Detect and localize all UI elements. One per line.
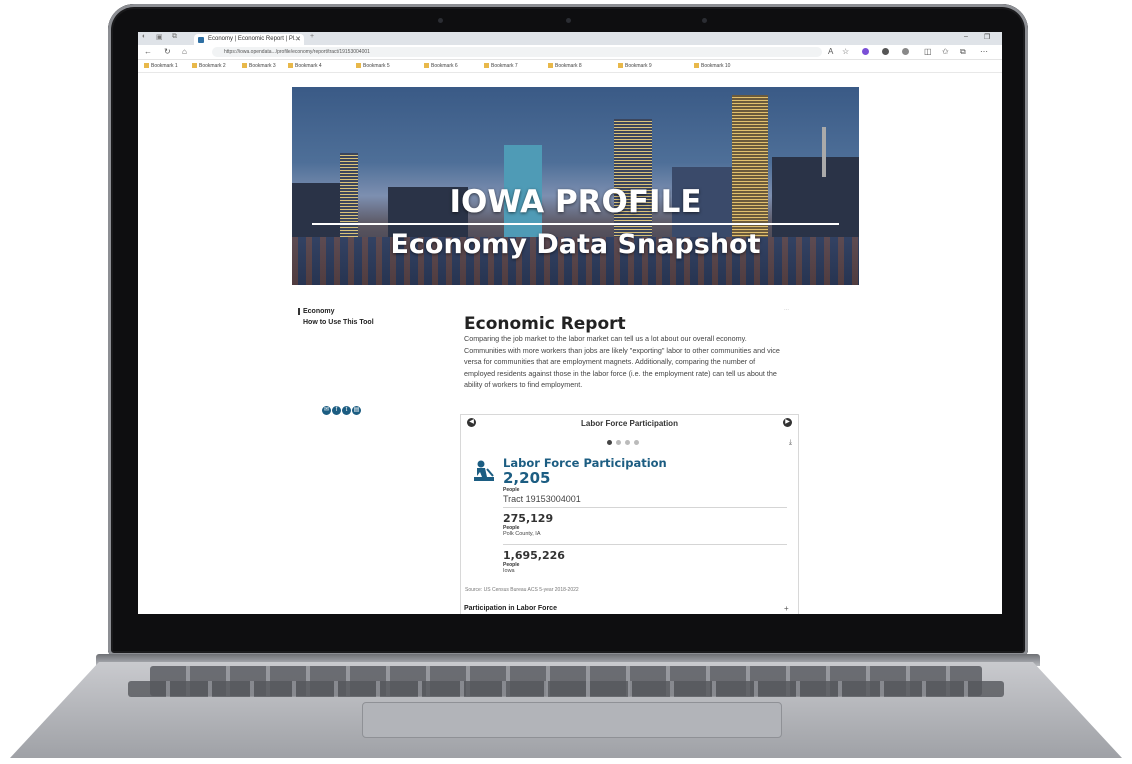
banner-title: IOWA PROFILE [449, 184, 702, 220]
extension-icon[interactable] [902, 48, 909, 55]
comparison-value: 275,129 [503, 512, 554, 525]
collections-icon[interactable]: ⧉ [960, 47, 966, 57]
banner-divider [312, 223, 839, 225]
carousel-dot[interactable] [616, 440, 621, 445]
carousel-next-icon[interactable]: ▶ [783, 418, 792, 427]
bookmark-item[interactable]: Bookmark 3 [242, 63, 276, 69]
camera [566, 18, 571, 23]
carousel-dot[interactable] [607, 440, 612, 445]
bookmark-item[interactable]: Bookmark 2 [192, 63, 226, 69]
bookmark-item[interactable]: Bookmark 6 [424, 63, 458, 69]
metric-unit: People [503, 487, 519, 493]
bookmarks-bar: Bookmark 1 Bookmark 2 Bookmark 3 Bookmar… [138, 60, 1002, 73]
carousel-dots [607, 432, 643, 450]
split-screen-icon[interactable]: ◫ [924, 47, 932, 56]
browser-screen: ◐ ▣ ⧉ Economy | Economic Report | Pl... … [138, 32, 1002, 614]
url-text: https://iowa.opendata.../profile/economy… [224, 49, 370, 55]
camera-sensor [702, 18, 707, 23]
bookmark-item[interactable]: Bookmark 5 [356, 63, 390, 69]
download-icon[interactable]: ⤓ [789, 439, 792, 447]
favorite-star-icon[interactable]: ☆ [842, 47, 849, 56]
maximize-icon[interactable]: ❐ [984, 33, 990, 41]
profile-icon[interactable]: ◐ [142, 33, 146, 40]
sidebar-item-how-to-use[interactable]: How to Use This Tool [298, 319, 374, 326]
data-source: Source: US Census Bureau ACS 5-year 2018… [465, 587, 579, 593]
page-title: Economic Report [464, 314, 626, 334]
hero-banner: IOWA PROFILE Economy Data Snapshot [292, 87, 859, 285]
carousel-dot[interactable] [625, 440, 630, 445]
banner-subtitle: Economy Data Snapshot [390, 229, 761, 260]
share-buttons: ✉ f t ▤ [322, 398, 362, 416]
worker-icon [474, 460, 494, 481]
email-share-icon[interactable]: ✉ [322, 406, 331, 415]
camera-sensor [438, 18, 443, 23]
skyline-tower [822, 127, 826, 177]
bookmark-item[interactable]: Bookmark 4 [288, 63, 322, 69]
bookmark-item[interactable]: Bookmark 8 [548, 63, 582, 69]
site-favicon-icon [198, 37, 204, 43]
metric-title: Labor Force Participation [503, 456, 667, 470]
close-tab-icon[interactable]: ✕ [295, 34, 301, 45]
more-menu-icon[interactable]: ⋯ [980, 47, 988, 56]
tab-actions-icon[interactable]: ⧉ [172, 33, 177, 41]
skyline-building [732, 95, 768, 243]
bookmark-item[interactable]: Bookmark 1 [144, 63, 178, 69]
skyline-building [614, 119, 652, 239]
minimize-icon[interactable]: – [964, 33, 968, 40]
trackpad [362, 702, 782, 738]
tab-strip: ◐ ▣ ⧉ Economy | Economic Report | Pl... … [138, 32, 1002, 45]
url-input[interactable]: https://iowa.opendata.../profile/economy… [212, 47, 822, 57]
page-menu-icon[interactable]: ⋯ [784, 307, 789, 313]
comparison-value: 1,695,226 [503, 549, 565, 562]
print-share-icon[interactable]: ▤ [352, 406, 361, 415]
sidebar-nav: Economy How to Use This Tool [298, 308, 374, 326]
extension-icon[interactable] [882, 48, 889, 55]
address-bar-row: ← ↻ ⌂ https://iowa.opendata.../profile/e… [138, 45, 1002, 60]
back-icon[interactable]: ← [144, 47, 152, 56]
carousel-dot[interactable] [634, 440, 639, 445]
sidebar-item-economy[interactable]: Economy [298, 308, 374, 315]
carousel-heading: Labor Force Participation [581, 419, 678, 428]
divider [503, 544, 787, 545]
metric-location: Tract 19153004001 [503, 494, 581, 504]
comparison-row: 275,129 People Polk County, IA [503, 512, 553, 537]
new-tab-icon[interactable]: + [310, 33, 314, 40]
extension-icon[interactable] [862, 48, 869, 55]
comparison-location: Polk County, IA [503, 531, 541, 537]
tab-economy[interactable]: Economy | Economic Report | Pl... ✕ [194, 34, 304, 45]
report-description: Comparing the job market to the labor ma… [464, 334, 780, 390]
bookmark-item[interactable]: Bookmark 10 [694, 63, 730, 69]
bookmark-item[interactable]: Bookmark 9 [618, 63, 652, 69]
keyboard [128, 681, 1004, 697]
read-aloud-icon[interactable]: A [828, 47, 833, 56]
facebook-share-icon[interactable]: f [332, 406, 341, 415]
section-heading[interactable]: Participation in Labor Force [464, 605, 557, 612]
metric-unit-label: People [503, 487, 520, 493]
expand-icon[interactable]: + [784, 604, 789, 613]
bookmark-item[interactable]: Bookmark 7 [484, 63, 518, 69]
tab-title: Economy | Economic Report | Pl... [208, 36, 300, 42]
workspaces-icon[interactable]: ▣ [156, 33, 163, 41]
divider [503, 507, 787, 508]
comparison-location: Iowa [503, 568, 515, 574]
comparison-row: 1,695,226 People Iowa [503, 549, 565, 574]
metric-value: 2,205 [503, 469, 551, 487]
home-icon[interactable]: ⌂ [182, 47, 187, 56]
refresh-icon[interactable]: ↻ [164, 47, 171, 56]
favorites-icon[interactable]: ✩ [942, 47, 949, 56]
twitter-share-icon[interactable]: t [342, 406, 351, 415]
metric-carousel: ◀ Labor Force Participation ▶ ⤓ Labor Fo… [460, 414, 799, 614]
